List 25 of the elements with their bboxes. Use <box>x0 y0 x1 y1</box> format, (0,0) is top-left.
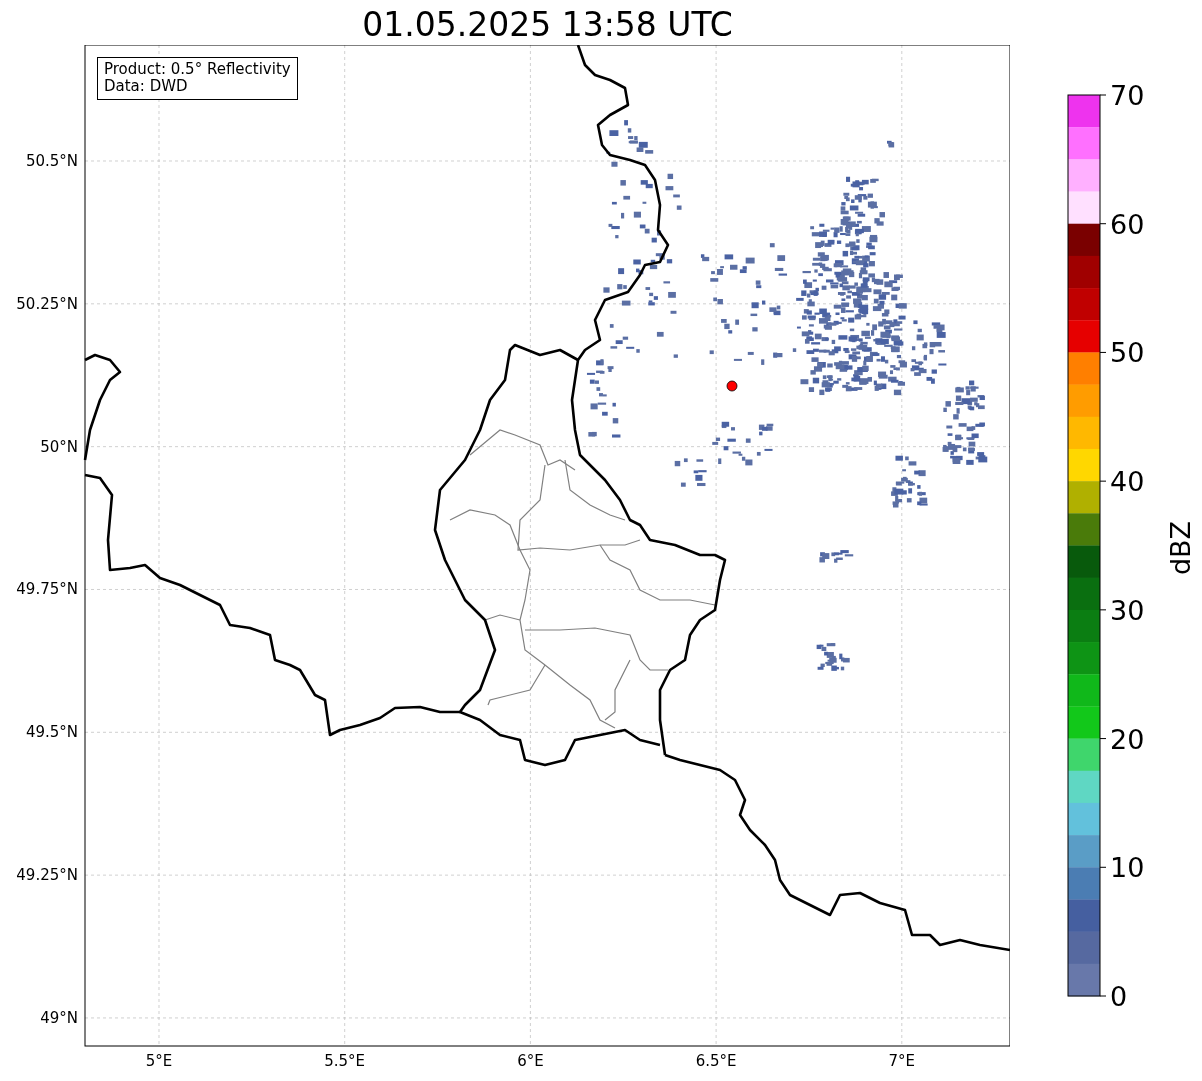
colorbar-tick-label: 50 <box>1110 337 1145 369</box>
colorbar-tick-label: 40 <box>1110 466 1145 498</box>
axis-tick-label: 7°E <box>888 1052 916 1070</box>
axis-tick-label: 5°E <box>145 1052 173 1070</box>
axis-tick-label: 49.75°N <box>16 580 78 599</box>
axis-tick-label: 6°E <box>517 1052 544 1070</box>
axis-tick-label: 50.5°N <box>25 152 78 170</box>
colorbar-tick-label: 0 <box>1110 981 1128 1012</box>
info-line: Product: 0.5° Reflectivity <box>104 61 291 78</box>
colorbar-tick-label: 70 <box>1110 80 1145 111</box>
colorbar-tick-label: 10 <box>1110 852 1145 884</box>
axis-tick-label: 50°N <box>40 437 78 456</box>
colorbar-label: dBZ <box>1165 520 1196 576</box>
axis-tick-label: 49°N <box>40 1008 78 1027</box>
chart-title: 01.05.2025 13:58 UTC <box>361 4 734 45</box>
colorbar-tick-label: 20 <box>1110 723 1145 755</box>
axis-tick-label: 6.5°E <box>695 1052 737 1070</box>
axis-tick-label: 49.25°N <box>16 866 78 885</box>
info-line: Data: DWD <box>104 78 189 95</box>
axis-tick-label: 5.5°E <box>324 1052 366 1070</box>
axis-tick-label: 49.5°N <box>25 723 78 742</box>
axis-tick-label: 50.25°N <box>16 294 78 313</box>
radar-site-marker <box>726 380 738 392</box>
colorbar-tick-label: 60 <box>1110 208 1145 240</box>
colorbar-tick-label: 30 <box>1110 594 1145 626</box>
